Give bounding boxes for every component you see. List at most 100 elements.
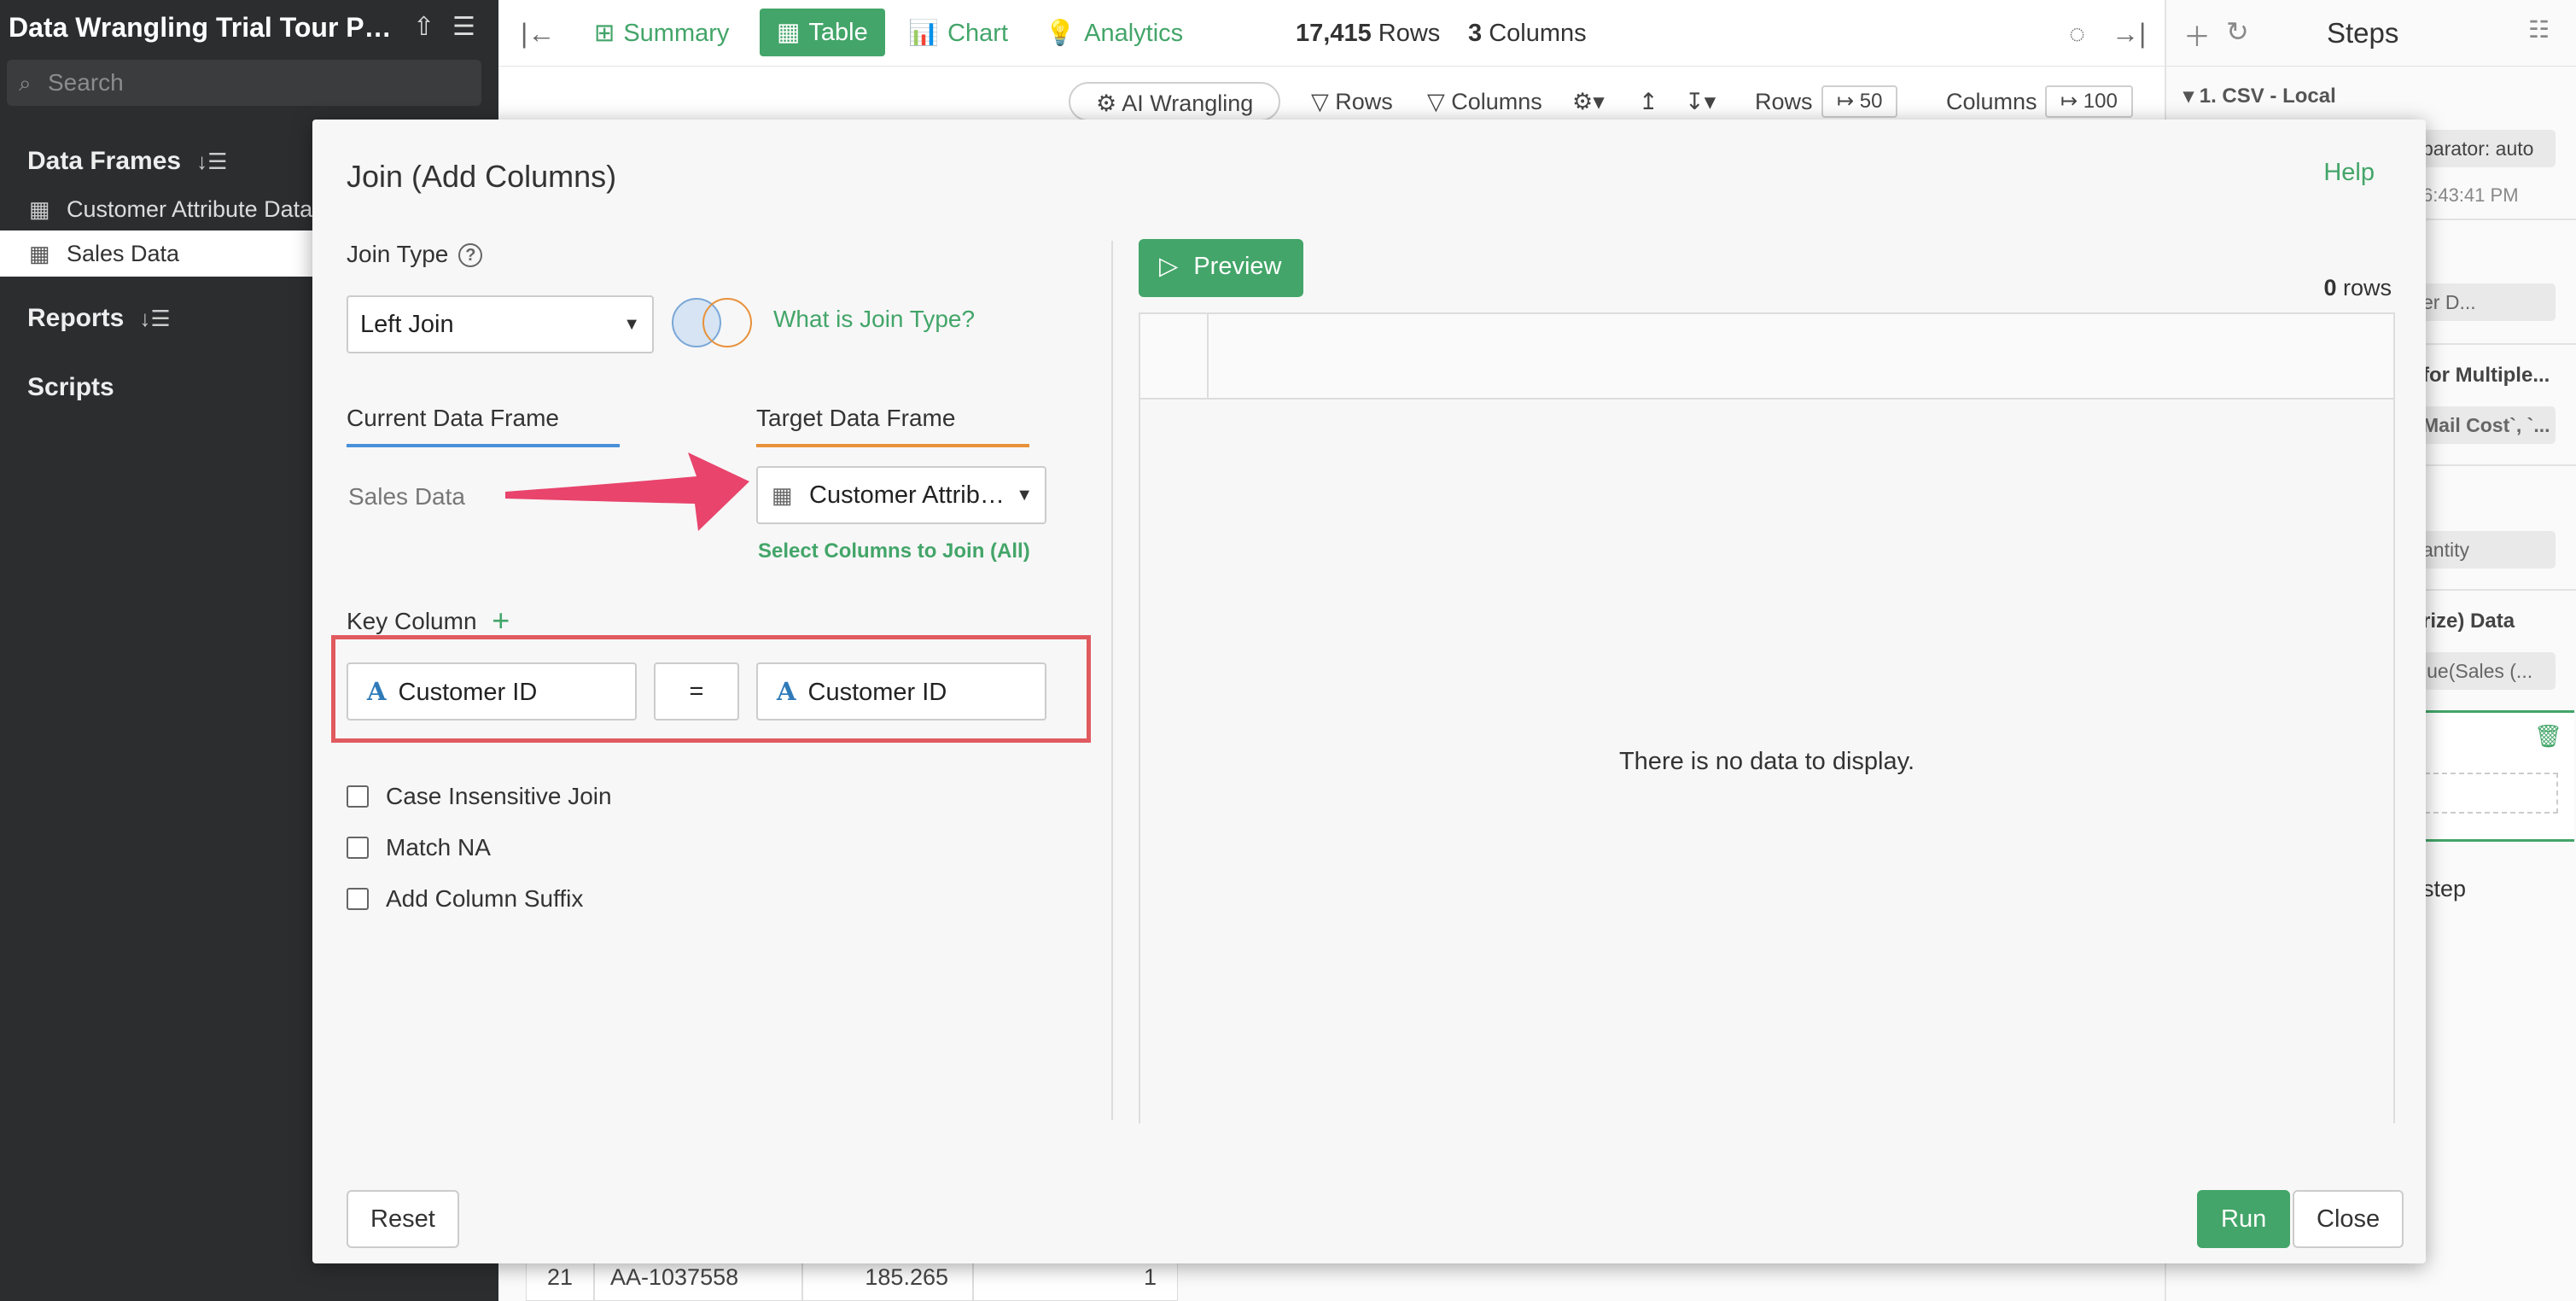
join-type-text: Join Type <box>347 241 449 267</box>
run-button[interactable]: Run <box>2197 1190 2291 1248</box>
step-chip: antity <box>2414 531 2556 569</box>
collapse-left-icon[interactable]: |← <box>521 0 555 67</box>
reports-label: Reports <box>27 304 125 332</box>
close-button[interactable]: Close <box>2293 1190 2404 1248</box>
sort-icon[interactable]: ↓☰ <box>139 306 170 331</box>
menu-icon[interactable]: ☰ <box>452 12 475 42</box>
target-df-value: Customer Attribut... <box>809 481 1022 509</box>
sort-icon[interactable]: ↓☰ <box>196 149 227 174</box>
filter-icon: ▽ <box>1427 89 1452 114</box>
checkbox-icon <box>347 837 369 859</box>
columns-limit-input[interactable]: ↦ 100 <box>2045 85 2133 118</box>
key-operator[interactable]: = <box>654 662 739 721</box>
rows-filter-button[interactable]: ▽ Rows <box>1311 82 1393 121</box>
columns-limit-value: 100 <box>2083 90 2118 113</box>
table-icon: ▦ <box>29 241 50 266</box>
rows-filter-label: Rows <box>1335 89 1393 114</box>
add-key-icon[interactable]: + <box>492 603 510 638</box>
preview-row-count: 0 rows <box>2323 275 2392 301</box>
rows-limit-label: Rows <box>1755 89 1813 114</box>
add-step-label[interactable]: step <box>2422 876 2466 902</box>
add-step-icon[interactable]: ＋ <box>2183 15 2211 55</box>
step-title[interactable]: for Multiple... <box>2422 364 2550 388</box>
steps-title: Steps <box>2327 17 2399 49</box>
key-column-label: Key Column + <box>347 603 510 639</box>
add-column-suffix-checkbox[interactable]: Add Column Suffix <box>347 886 583 912</box>
preview-button[interactable]: ▷ Preview <box>1139 239 1304 297</box>
scripts-label: Scripts <box>27 373 114 401</box>
columns-filter-button[interactable]: ▽ Columns <box>1427 82 1542 121</box>
key-column-text: Key Column <box>347 608 477 634</box>
robot-icon: ⚙ <box>1096 90 1122 116</box>
trash-icon[interactable]: 🗑 <box>2534 723 2562 750</box>
case-insensitive-checkbox[interactable]: Case Insensitive Join <box>347 784 612 809</box>
arrow-icon <box>505 452 749 531</box>
string-type-icon: A <box>367 677 387 706</box>
reports-header[interactable]: Reports ↓☰ <box>27 304 171 333</box>
reset-button[interactable]: Reset <box>347 1190 459 1248</box>
preview-label: Preview <box>1193 253 1282 280</box>
search-input[interactable]: ⌕ Search <box>7 60 481 106</box>
play-icon: ▷ <box>1159 253 1179 280</box>
tab-analytics-label: Analytics <box>1084 20 1184 47</box>
target-df-select[interactable]: ▦ Customer Attribut... ▼ <box>756 466 1046 524</box>
active-step-card[interactable]: 🗑 <box>2414 710 2574 842</box>
preview-header-divider <box>1207 314 1209 400</box>
help-link[interactable]: Help <box>2323 159 2375 187</box>
project-title[interactable]: Data Wrangling Trial Tour Pa... <box>9 12 401 44</box>
chevron-down-icon: ▼ <box>623 315 640 334</box>
chart-icon: 📊 <box>908 20 940 47</box>
row-count-value: 0 <box>2323 275 2337 300</box>
settings-sliders-icon[interactable]: ☷ <box>2528 15 2550 44</box>
tab-chart[interactable]: 📊 Chart <box>908 0 1008 67</box>
download-icon: ↧▾ <box>1685 89 1716 114</box>
venn-diagram-icon <box>672 298 752 347</box>
step-title[interactable]: rize) Data <box>2422 610 2515 633</box>
row-count: 17,415 Rows <box>1296 0 1440 67</box>
columns-limit-label: Columns <box>1946 89 2037 114</box>
match-na-checkbox[interactable]: Match NA <box>347 835 491 861</box>
key-left-select[interactable]: A Customer ID <box>347 662 637 721</box>
lightbulb-icon: 💡 <box>1045 20 1076 47</box>
question-icon[interactable]: ? <box>458 243 483 267</box>
checkbox-label: Case Insensitive Join <box>386 783 612 809</box>
checkbox-label: Match NA <box>386 834 491 861</box>
data-frames-header: Data Frames ↓☰ <box>27 147 227 176</box>
panel-divider <box>1111 241 1113 1120</box>
download-dropdown[interactable]: ↧▾ <box>1685 82 1716 121</box>
join-dialog: Join (Add Columns) Help Join Type? Left … <box>312 120 2426 1263</box>
rows-limit-input[interactable]: ↦ 50 <box>1821 85 1898 118</box>
ai-wrangling-label: AI Wrangling <box>1122 90 1254 116</box>
step-chip: Mail Cost`, `... <box>2414 406 2556 444</box>
settings-dropdown[interactable]: ⚙▾ <box>1572 82 1605 121</box>
select-columns-link[interactable]: Select Columns to Join (All) <box>758 540 1030 563</box>
key-right-select[interactable]: A Customer ID <box>756 662 1046 721</box>
collapse-right-icon[interactable]: →| <box>2112 0 2146 67</box>
target-df-label: Target Data Frame <box>756 405 956 431</box>
what-is-join-type-link[interactable]: What is Join Type? <box>773 306 975 333</box>
ai-wrangling-button[interactable]: ⚙ AI Wrangling <box>1069 82 1281 121</box>
step-1-title[interactable]: ▾ 1. CSV - Local <box>2183 84 2336 108</box>
tab-summary[interactable]: ⊞ Summary <box>594 0 729 67</box>
chevron-down-icon: ▼ <box>1016 486 1033 505</box>
join-type-select[interactable]: Left Join ▼ <box>347 295 654 353</box>
upload-icon[interactable]: ⇧ <box>413 12 434 42</box>
filter-icon: ▽ <box>1311 89 1336 114</box>
table-icon: ▦ <box>777 19 801 46</box>
tab-chart-label: Chart <box>947 20 1009 47</box>
tab-analytics[interactable]: 💡 Analytics <box>1045 0 1183 67</box>
refresh-icon[interactable]: ↻ <box>2226 15 2249 48</box>
tab-table[interactable]: ▦ Table <box>760 9 885 56</box>
step-chip: er D... <box>2414 283 2556 321</box>
upload-icon[interactable]: ↥ <box>1639 82 1658 121</box>
join-type-value: Left Join <box>360 311 454 338</box>
row-count-value: 17,415 <box>1296 20 1372 47</box>
search-icon: ⌕ <box>19 70 32 96</box>
tab-summary-label: Summary <box>623 20 730 47</box>
comment-icon[interactable]: ◌ <box>2069 0 2085 67</box>
sidebar-item-label: Customer Attribute Data <box>67 196 313 222</box>
top-toolbar: |← ⊞ Summary ▦ Table 📊 Chart 💡 Analytics 17,… <box>498 0 2165 67</box>
step-timestamp: 6:43:41 PM <box>2422 184 2519 206</box>
scripts-header[interactable]: Scripts <box>27 373 114 402</box>
key-left-value: Customer ID <box>398 679 538 706</box>
